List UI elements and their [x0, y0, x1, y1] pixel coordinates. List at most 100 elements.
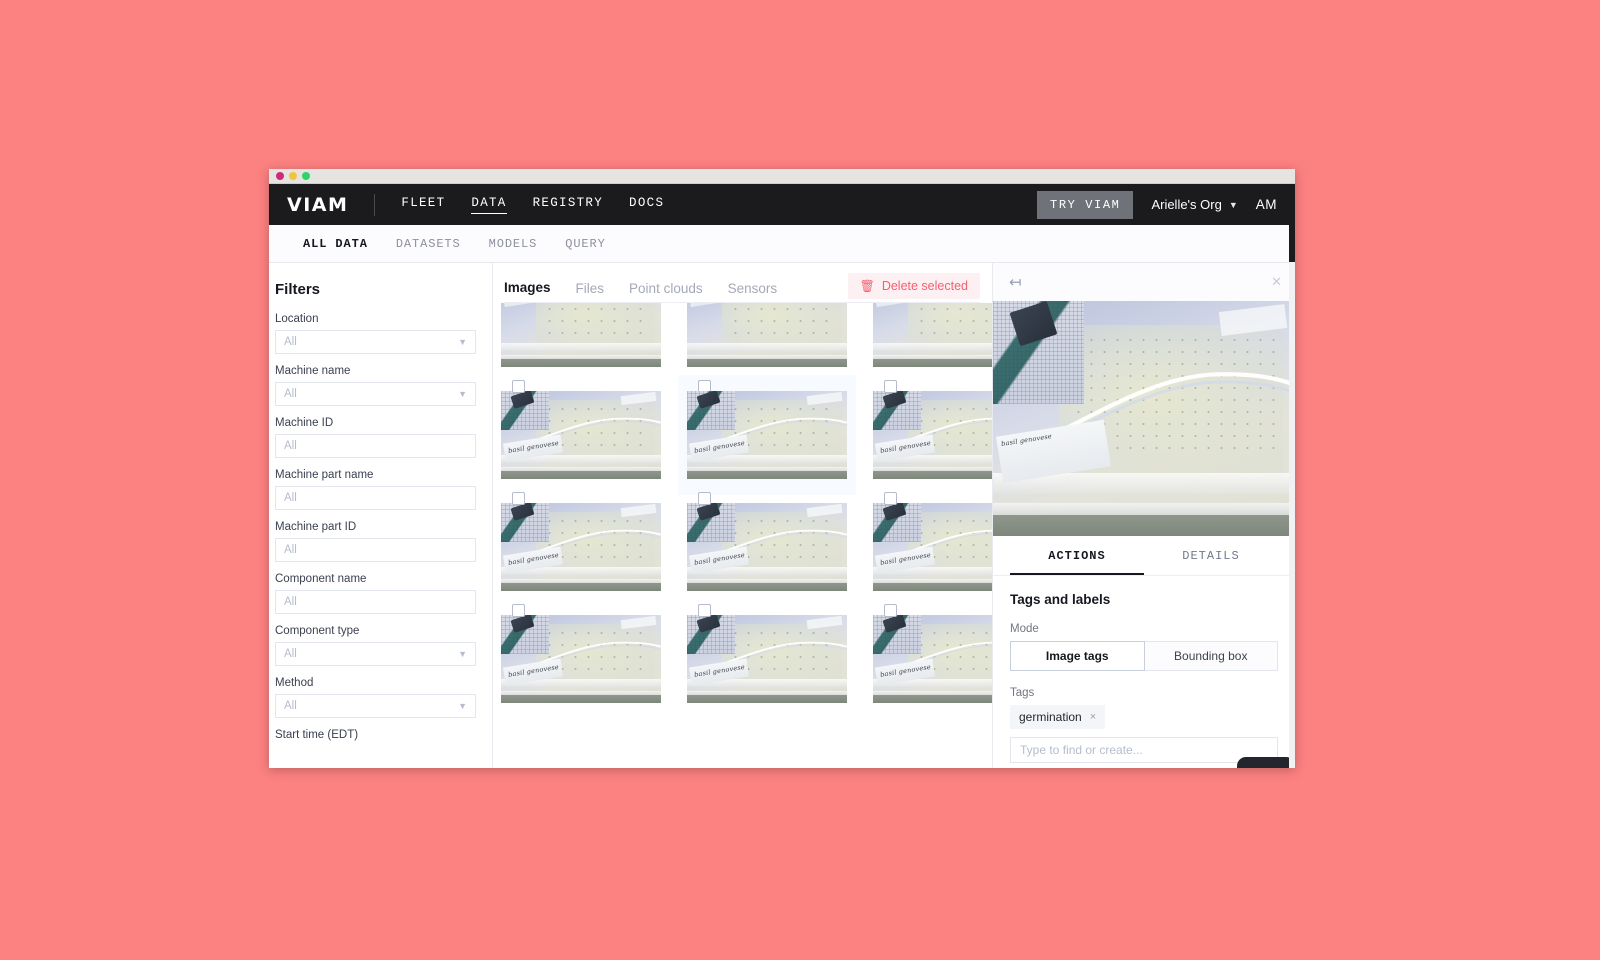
window-maximize-button[interactable]: [302, 172, 310, 180]
thumbnail-photo: basil genovese: [687, 503, 847, 591]
grid-item[interactable]: basil genovese: [501, 380, 661, 479]
grid-item-thumbnail[interactable]: basil genovese: [873, 615, 992, 703]
grid-item-thumbnail[interactable]: basil genovese: [687, 503, 847, 591]
grid-item-thumbnail[interactable]: basil genovese: [501, 391, 661, 479]
grid-item[interactable]: basil genovese: [501, 604, 661, 703]
secondary-navigation: ALL DATA DATASETS MODELS QUERY: [269, 225, 1295, 263]
tab-details[interactable]: DETAILS: [1144, 536, 1278, 575]
nav-divider: [374, 193, 376, 216]
filter-label-component-type: Component type: [275, 625, 360, 637]
grid-item-checkbox[interactable]: [884, 380, 897, 393]
grid-item[interactable]: basil genovese: [873, 380, 992, 479]
remove-tag-icon[interactable]: ×: [1090, 711, 1096, 723]
app-window: VIAM FLEET DATA REGISTRY DOCS TRY VIAM A…: [269, 169, 1295, 768]
org-switcher[interactable]: Arielle's Org ▼: [1151, 197, 1237, 212]
filter-machine-part-id-input[interactable]: All: [275, 538, 476, 562]
filter-label-machine-id: Machine ID: [275, 417, 334, 429]
tab-sensors[interactable]: Sensors: [728, 281, 778, 303]
tab-images[interactable]: Images: [504, 280, 551, 303]
filter-component-type-select[interactable]: All ▼: [275, 642, 476, 666]
tab-models[interactable]: MODELS: [489, 237, 538, 251]
image-grid: basil genovese basil genovese basil genove…: [493, 303, 992, 703]
grid-item[interactable]: basil genovese: [501, 492, 661, 591]
tags-and-labels-title: Tags and labels: [1010, 592, 1111, 607]
org-name-label: Arielle's Org: [1151, 197, 1222, 212]
preview-image[interactable]: basil genovese: [993, 301, 1295, 536]
mode-option-image-tags[interactable]: Image tags: [1010, 641, 1145, 671]
grid-item-checkbox[interactable]: [512, 380, 525, 393]
filter-machine-id-input[interactable]: All: [275, 434, 476, 458]
avatar[interactable]: AM: [1256, 197, 1277, 212]
detail-panel: ↤ ✕ basil genovese ACTIONS DETAILS Tags …: [993, 263, 1295, 768]
delete-selected-button[interactable]: 🗑 Delete selected: [847, 273, 980, 299]
preview-photo: basil genovese: [993, 301, 1295, 536]
tab-datasets[interactable]: DATASETS: [396, 237, 461, 251]
grid-item[interactable]: basil genovese: [687, 492, 847, 591]
grid-item[interactable]: basil genovese: [687, 303, 847, 367]
tab-files[interactable]: Files: [576, 281, 605, 303]
grid-item-checkbox[interactable]: [884, 604, 897, 617]
grid-item-thumbnail[interactable]: basil genovese: [501, 615, 661, 703]
grid-item[interactable]: basil genovese: [873, 492, 992, 591]
window-close-button[interactable]: [276, 172, 284, 180]
tag-chip-list: germination ×: [1010, 705, 1278, 729]
grid-item-checkbox[interactable]: [884, 492, 897, 505]
filter-machine-part-name-input[interactable]: All: [275, 486, 476, 510]
grid-item-thumbnail[interactable]: basil genovese: [873, 391, 992, 479]
nav-link-docs[interactable]: DOCS: [629, 196, 664, 213]
image-grid-scroll-area[interactable]: basil genovese basil genovese basil genove…: [493, 303, 992, 768]
grid-item[interactable]: basil genovese: [687, 604, 847, 703]
filter-machine-name-select[interactable]: All ▼: [275, 382, 476, 406]
tab-point-clouds[interactable]: Point clouds: [629, 281, 703, 303]
grid-item[interactable]: basil genovese: [501, 303, 661, 367]
window-scrollbar[interactable]: [1289, 184, 1295, 768]
filter-component-type-value: All: [284, 648, 297, 660]
tab-all-data[interactable]: ALL DATA: [303, 237, 368, 251]
primary-nav-links: FLEET DATA REGISTRY DOCS: [401, 196, 664, 214]
mode-option-bounding-box[interactable]: Bounding box: [1144, 641, 1278, 671]
grid-item-checkbox[interactable]: [512, 604, 525, 617]
window-minimize-button[interactable]: [289, 172, 297, 180]
filter-method-value: All: [284, 700, 297, 712]
grid-item[interactable]: basil genovese: [678, 375, 856, 495]
filters-sidebar: Filters Location All ▼ Machine name All …: [269, 263, 493, 768]
grid-item-checkbox[interactable]: [698, 604, 711, 617]
grid-item-thumbnail[interactable]: basil genovese: [873, 303, 992, 367]
tab-query[interactable]: QUERY: [565, 237, 606, 251]
grid-item[interactable]: basil genovese: [873, 303, 992, 367]
tag-search-input[interactable]: Type to find or create...: [1010, 737, 1278, 763]
grid-item-thumbnail[interactable]: basil genovese: [687, 303, 847, 367]
nav-link-fleet[interactable]: FLEET: [401, 196, 445, 213]
tab-actions[interactable]: ACTIONS: [1010, 536, 1144, 575]
nav-link-data[interactable]: DATA: [471, 196, 507, 214]
grid-item-thumbnail[interactable]: basil genovese: [501, 503, 661, 591]
grid-item[interactable]: basil genovese: [873, 604, 992, 703]
chevron-down-icon: ▼: [458, 649, 467, 659]
thumbnail-photo: basil genovese: [687, 391, 847, 479]
data-browser: Images Files Point clouds Sensors 🗑 Dele…: [493, 263, 993, 768]
close-icon[interactable]: ✕: [1271, 274, 1282, 290]
grid-item-checkbox[interactable]: [512, 492, 525, 505]
grid-item-thumbnail[interactable]: basil genovese: [873, 503, 992, 591]
grid-item-thumbnail[interactable]: basil genovese: [687, 615, 847, 703]
filter-method-select[interactable]: All ▼: [275, 694, 476, 718]
grid-item-checkbox[interactable]: [698, 492, 711, 505]
back-arrow-icon[interactable]: ↤: [1009, 273, 1022, 291]
help-widget-button[interactable]: ?: [1237, 757, 1295, 768]
grid-item-thumbnail[interactable]: basil genovese: [687, 391, 847, 479]
viam-logo[interactable]: VIAM: [287, 194, 348, 216]
main-content: Filters Location All ▼ Machine name All …: [269, 263, 1295, 768]
filter-machine-part-name-value: All: [284, 492, 297, 504]
thumbnail-photo: basil genovese: [501, 303, 661, 367]
filter-label-method: Method: [275, 677, 314, 689]
tag-chip-germination[interactable]: germination ×: [1010, 705, 1106, 729]
try-viam-button[interactable]: TRY VIAM: [1037, 190, 1134, 219]
scrollbar-thumb[interactable]: [1289, 184, 1295, 262]
grid-item-thumbnail[interactable]: basil genovese: [501, 303, 661, 367]
thumbnail-photo: basil genovese: [687, 303, 847, 367]
tag-chip-label: germination: [1019, 710, 1082, 724]
nav-link-registry[interactable]: REGISTRY: [533, 196, 603, 213]
filter-component-name-input[interactable]: All: [275, 590, 476, 614]
filter-location-select[interactable]: All ▼: [275, 330, 476, 354]
filter-component-name-value: All: [284, 596, 297, 608]
